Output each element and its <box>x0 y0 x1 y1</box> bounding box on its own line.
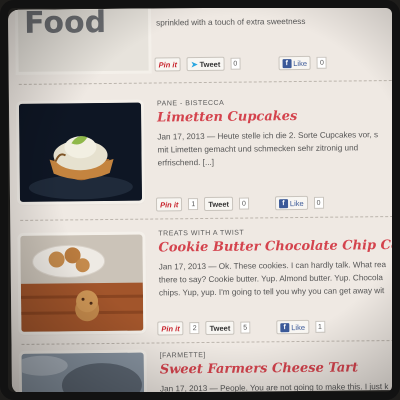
tweet-count: 0 <box>230 57 241 70</box>
post-title[interactable]: Cookie Butter Chocolate Chip Cookies <box>158 238 400 256</box>
post-divider <box>20 215 399 221</box>
cookies-thumbnail[interactable] <box>20 234 144 332</box>
post-category[interactable]: TREATS WITH A TWIST <box>158 228 398 238</box>
cookies-image <box>20 234 144 332</box>
facebook-like-button[interactable]: f Like <box>276 319 310 335</box>
excerpt-line: chips. Yup, yup. I'm going to tell you w… <box>158 286 385 298</box>
post-excerpt: Jan 17, 2013 — Heute stelle ich die 2. S… <box>157 128 397 170</box>
like-count: 1 <box>314 320 325 333</box>
post-excerpt: Jan 17, 2013 — Ok. These cookies. I can … <box>159 258 399 300</box>
like-label: Like <box>293 58 308 68</box>
tweet-label: Tweet <box>209 323 231 333</box>
post-farmers-cheese-tart: [FARMETTE] Sweet Farmers Cheese Tart Jan… <box>12 346 400 395</box>
tweet-button[interactable]: Tweet <box>205 320 235 335</box>
post-divider <box>18 79 397 85</box>
pinterest-button[interactable]: Pin it <box>155 197 183 212</box>
post-excerpt: Jan 17, 2013 — People. You are not going… <box>160 380 400 394</box>
pinterest-button[interactable]: Pin it <box>157 321 184 336</box>
post-divider <box>21 339 400 345</box>
share-bar: Pin it 2 Tweet 5 f Like 1 <box>157 319 325 337</box>
tweet-button[interactable]: ➤ Tweet <box>186 56 225 72</box>
like-label: Like <box>291 322 306 332</box>
post-category[interactable]: PANE - BISTECCA <box>157 98 397 108</box>
photo-of-screen: Food sprinkled with a touch of extra swe… <box>0 0 400 400</box>
tweet-label: Tweet <box>199 59 221 69</box>
cupcake-thumbnail[interactable] <box>18 102 143 202</box>
post-cookie-butter: TREATS WITH A TWIST Cookie Butter Chocol… <box>10 224 400 345</box>
tart-thumbnail[interactable] <box>21 352 145 395</box>
post-limetten-cupcakes: PANE - BISTECCA Limetten Cupcakes Jan 17… <box>9 90 399 221</box>
like-label: Like <box>289 198 304 208</box>
twitter-bird-icon: ➤ <box>190 59 198 69</box>
pin-count: 1 <box>188 198 199 211</box>
tweet-count: 5 <box>240 321 251 334</box>
blog-page: Food sprinkled with a touch of extra swe… <box>8 5 400 395</box>
cupcake-image <box>18 102 143 202</box>
post-title[interactable]: Limetten Cupcakes <box>157 108 397 125</box>
pin-count: 2 <box>189 322 200 335</box>
facebook-icon: f <box>280 322 290 332</box>
facebook-like-button[interactable]: f Like <box>274 195 308 211</box>
facebook-icon: f <box>278 198 288 208</box>
tweet-label: Tweet <box>208 199 230 209</box>
facebook-icon: f <box>282 58 292 68</box>
excerpt-line: Jan 17, 2013 — Heute stelle ich die 2. S… <box>157 130 379 142</box>
tart-image <box>21 352 145 395</box>
facebook-like-button[interactable]: f Like <box>278 55 312 71</box>
post-title[interactable]: Sweet Farmers Cheese Tart <box>160 360 400 377</box>
like-count: 0 <box>316 56 327 69</box>
post-category[interactable]: [FARMETTE] <box>160 350 400 359</box>
tweet-button[interactable]: Tweet <box>204 196 234 211</box>
tweet-count: 0 <box>238 197 249 210</box>
excerpt-line: erfrischend. [...] <box>157 157 215 168</box>
post-excerpt: sprinkled with a touch of extra sweetnes… <box>156 16 306 28</box>
pinterest-button[interactable]: Pin it <box>154 57 181 72</box>
food-thumbnail[interactable]: Food <box>17 5 149 72</box>
share-bar: Pin it 1 Tweet 0 f Like 0 <box>155 195 324 213</box>
share-bar: Pin it ➤ Tweet 0 f Like 0 <box>154 55 327 73</box>
like-count: 0 <box>313 196 324 209</box>
excerpt-line: Jan 17, 2013 — People. You are not going… <box>159 382 389 394</box>
thumbnail-text: Food <box>23 5 107 41</box>
